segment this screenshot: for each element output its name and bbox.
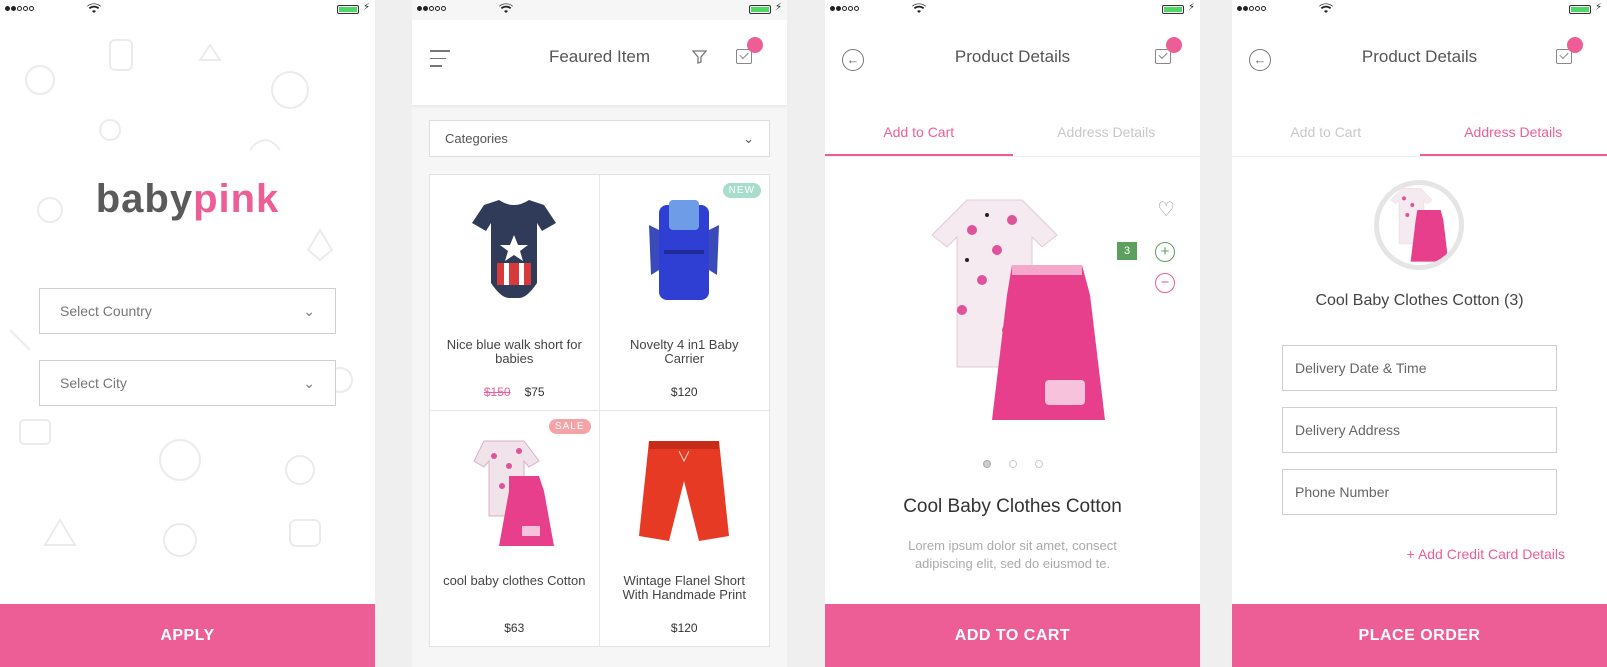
wifi-icon — [912, 3, 926, 13]
battery-icon — [1569, 5, 1591, 14]
delivery-date-field[interactable]: Delivery Date & Time — [1282, 345, 1557, 391]
product-image — [931, 199, 1105, 420]
phone-number-field[interactable]: Phone Number — [1282, 469, 1557, 515]
product-name: Cool Baby Clothes Cotton — [903, 496, 1122, 517]
tab-add-to-cart[interactable]: Add to Cart — [1232, 110, 1420, 156]
screen-featured: ⚡ Feaured Item Categories ⌄ Nice blue wal… — [412, 0, 787, 667]
product-price: $120 — [670, 620, 698, 635]
chevron-down-icon: ⌄ — [303, 374, 315, 391]
current-price: $75 — [524, 385, 545, 399]
tab-address-details[interactable]: Address Details — [1419, 110, 1607, 156]
app-logo: babypink — [95, 177, 280, 221]
country-select-label: Select Country — [60, 303, 152, 319]
screen-product-details: ⚡ ← Product Details Add to Cart Address … — [825, 0, 1200, 667]
add-to-cart-button[interactable]: ADD TO CART — [825, 604, 1200, 667]
status-bar: ⚡ — [825, 0, 1200, 20]
quantity-value: 3 — [1117, 242, 1137, 260]
product-price: $120 — [670, 385, 698, 399]
product-card[interactable]: Wintage Flanel Short With Handmade Print… — [600, 411, 770, 647]
product-name: cool baby clothes Cotton — [443, 572, 586, 588]
signal-icon — [417, 6, 446, 11]
page-title: Product Details — [1361, 47, 1478, 66]
chevron-down-icon: ⌄ — [743, 130, 754, 146]
place-order-button[interactable]: PLACE ORDER — [1232, 604, 1607, 667]
carousel-dot[interactable] — [982, 460, 991, 468]
charging-icon: ⚡ — [1187, 2, 1195, 13]
order-product-name: Cool Baby Clothes Cotton (3) — [1315, 292, 1524, 309]
tab-add-to-cart[interactable]: Add to Cart — [825, 110, 1013, 156]
heart-icon[interactable]: ♡ — [1157, 197, 1175, 222]
signal-icon — [1237, 6, 1266, 11]
filter-icon[interactable] — [692, 49, 707, 64]
cart-badge — [747, 37, 763, 53]
battery-icon — [749, 5, 771, 14]
product-name: Wintage Flanel Short With Handmade Print — [622, 572, 747, 602]
status-bar: ⚡ — [1232, 0, 1607, 20]
wifi-icon — [499, 3, 513, 13]
product-price: $150 $75 — [430, 385, 599, 399]
plus-icon: + — [1406, 546, 1418, 562]
screen-address-details: ⚡ ← Product Details Add to Cart Address … — [1232, 0, 1607, 667]
chevron-down-icon: ⌄ — [303, 302, 315, 319]
categories-dropdown[interactable]: Categories ⌄ — [429, 120, 770, 157]
cart-badge — [1166, 37, 1182, 53]
charging-icon: ⚡ — [1594, 2, 1602, 13]
signal-icon — [830, 6, 859, 11]
red-shorts-image — [638, 440, 729, 541]
header: ← Product Details — [825, 20, 1200, 105]
charging-icon: ⚡ — [774, 2, 782, 13]
wifi-icon — [1319, 3, 1333, 13]
screen-location: ⚡ babypink Select Country ⌄ Select City ⌄ … — [0, 0, 375, 667]
plus-icon[interactable]: + — [1155, 242, 1175, 262]
header: ← Product Details — [1232, 20, 1607, 105]
city-select-label: Select City — [60, 375, 127, 391]
page-title: Feaured Item — [548, 47, 651, 66]
categories-label: Categories — [445, 131, 508, 146]
carousel-dot[interactable] — [1034, 460, 1043, 468]
product-price: $63 — [504, 620, 525, 635]
product-description: Lorem ipsum dolor sit amet, consect adip… — [908, 538, 1117, 571]
product-thumbnail — [1374, 180, 1464, 270]
cart-badge — [1567, 37, 1583, 53]
delivery-address-field[interactable]: Delivery Address — [1282, 407, 1557, 453]
add-credit-card-link[interactable]: + Add Credit Card Details — [1407, 546, 1565, 562]
baby-carrier-image — [648, 200, 719, 300]
status-bar: ⚡ — [412, 0, 787, 20]
product-name: Novelty 4 in1 Baby Carrier — [630, 337, 739, 366]
header: Feaured Item — [412, 20, 787, 105]
country-select[interactable]: Select Country ⌄ — [39, 288, 336, 334]
carousel-dot[interactable] — [1008, 460, 1017, 468]
product-card[interactable]: Nice blue walk short for babies $150 $75 — [430, 175, 600, 411]
page-title: Product Details — [954, 47, 1071, 66]
minus-icon[interactable]: − — [1155, 273, 1175, 293]
tab-bar: Add to Cart Address Details — [1232, 110, 1607, 157]
baby-clothes-image — [473, 440, 554, 546]
product-card[interactable]: SALE cool baby clothes Cotton $63 — [430, 410, 600, 646]
tab-bar: Add to Cart Address Details — [825, 110, 1200, 157]
old-price: $150 — [483, 385, 511, 399]
city-select[interactable]: Select City ⌄ — [39, 360, 336, 406]
apply-button[interactable]: APPLY — [0, 604, 375, 667]
battery-icon — [1162, 5, 1184, 14]
carousel-dots — [825, 460, 1200, 468]
product-name: Nice blue walk short for babies — [446, 337, 582, 366]
tab-address-details[interactable]: Address Details — [1013, 110, 1201, 156]
add-credit-card-label: Add Credit Card Details — [1417, 546, 1565, 562]
onesie-image — [472, 200, 556, 298]
product-card[interactable]: NEW Novelty 4 in1 Baby Carrier $120 — [599, 175, 769, 411]
product-grid: Nice blue walk short for babies $150 $75 … — [429, 174, 770, 647]
